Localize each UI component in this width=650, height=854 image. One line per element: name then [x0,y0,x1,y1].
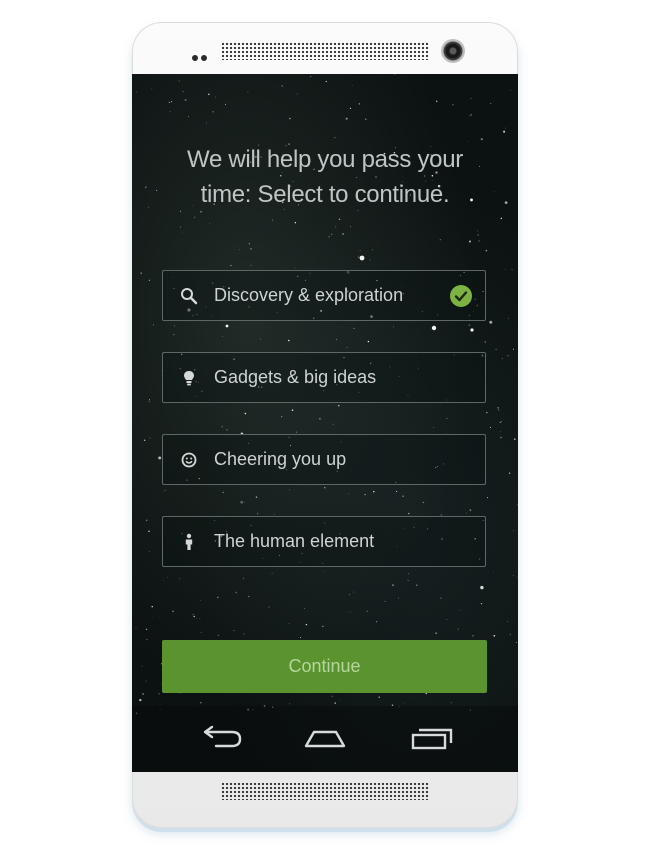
option-label: Cheering you up [214,449,347,469]
headline-line-1: We will help you pass your [187,146,463,173]
option-cheering-you-up[interactable]: Cheering you up [162,434,486,485]
stage: We will help you pass your time: Select … [0,0,650,854]
option-label: Discovery & exploration [214,285,404,305]
front-camera-icon [441,39,465,63]
home-icon[interactable] [300,724,350,754]
back-icon[interactable] [194,724,244,754]
option-gadgets-big-ideas[interactable]: Gadgets & big ideas [162,352,486,403]
option-discovery-exploration[interactable]: Discovery & exploration [162,270,486,321]
search-icon [181,288,198,305]
continue-button[interactable]: Continue [162,640,487,693]
option-label: The human element [214,531,375,551]
top-speaker-grille [221,42,429,60]
sensor-dots [192,55,208,61]
smiley-icon [181,452,197,468]
person-icon [185,533,193,550]
headline: We will help you pass your time: Select … [152,142,498,212]
bottom-speaker-grille [221,782,429,800]
phone-frame: We will help you pass your time: Select … [132,22,518,828]
option-label: Gadgets & big ideas [214,367,377,387]
recent-apps-icon[interactable] [407,724,457,754]
headline-line-2: time: Select to continue. [200,181,450,208]
system-nav-bar [132,706,518,772]
option-the-human-element[interactable]: The human element [162,516,486,567]
check-circle-icon [450,285,472,307]
app-screen: We will help you pass your time: Select … [132,74,518,772]
lightbulb-icon [184,371,194,386]
